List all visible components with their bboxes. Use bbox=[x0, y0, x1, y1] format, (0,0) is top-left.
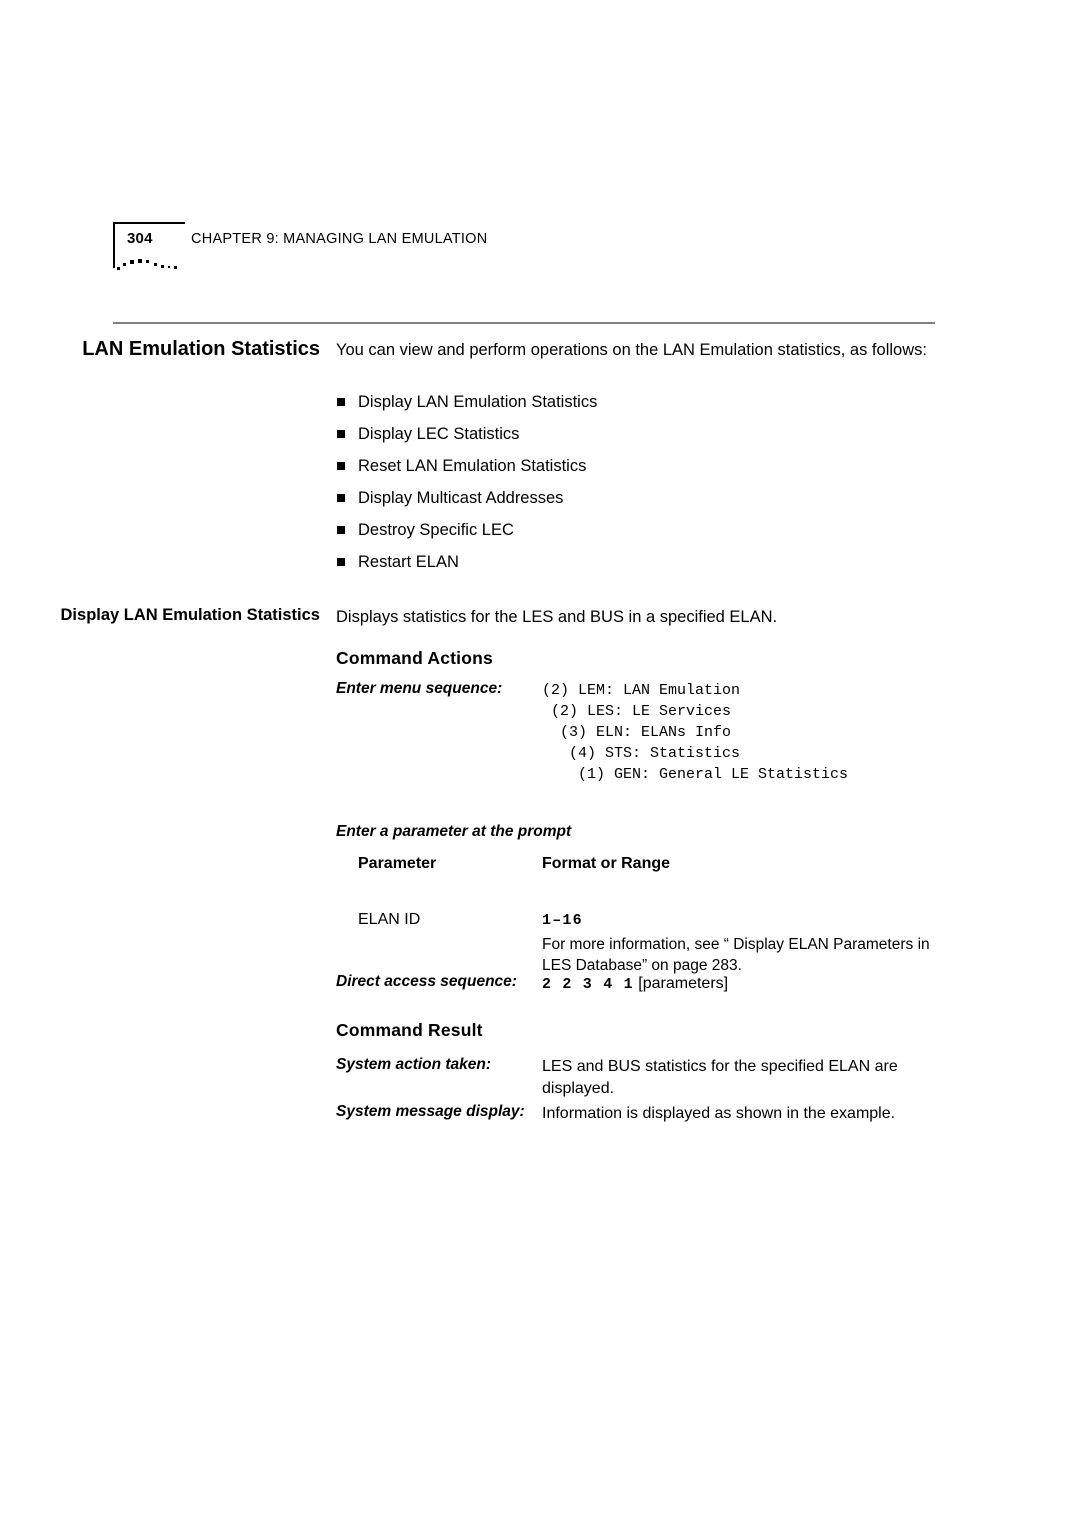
list-item: Destroy Specific LEC bbox=[336, 518, 936, 550]
subsection-description: Displays statistics for the LES and BUS … bbox=[336, 608, 778, 626]
list-item: Display LAN Emulation Statistics bbox=[336, 390, 936, 422]
list-item: Display LEC Statistics bbox=[336, 422, 936, 454]
parameter-prompt-heading: Enter a parameter at the prompt bbox=[336, 823, 572, 840]
list-item-label: Display Multicast Addresses bbox=[358, 489, 564, 507]
square-bullet-icon bbox=[337, 430, 345, 438]
document-page: 304 CHAPTER 9: MANAGING LAN EMULATION LA… bbox=[0, 0, 1080, 1528]
list-item-label: Reset LAN Emulation Statistics bbox=[358, 457, 587, 475]
square-bullet-icon bbox=[337, 398, 345, 406]
list-item: Display Multicast Addresses bbox=[336, 486, 936, 518]
system-action-label: System action taken: bbox=[336, 1056, 492, 1073]
list-item: Restart ELAN bbox=[336, 550, 936, 582]
section-divider-rule bbox=[113, 322, 935, 324]
menu-sequence-label: Enter menu sequence: bbox=[336, 680, 503, 697]
cross-reference-note: For more information, see “ Display ELAN… bbox=[542, 936, 930, 974]
square-bullet-icon bbox=[337, 462, 345, 470]
column-header-parameter: Parameter bbox=[358, 855, 437, 872]
chapter-title: CHAPTER 9: MANAGING LAN EMULATION bbox=[191, 231, 488, 247]
direct-access-value-group: 2 2 3 4 1 [parameters] bbox=[542, 973, 934, 996]
feature-bullet-list: Display LAN Emulation Statistics Display… bbox=[336, 390, 936, 582]
column-header-format-or-range: Format or Range bbox=[542, 855, 671, 872]
list-item-label: Display LEC Statistics bbox=[358, 425, 520, 443]
square-bullet-icon bbox=[337, 558, 345, 566]
list-item: Reset LAN Emulation Statistics bbox=[336, 454, 936, 486]
section-intro-paragraph: You can view and perform operations on t… bbox=[336, 341, 927, 359]
section-side-heading: LAN Emulation Statistics bbox=[82, 338, 320, 360]
square-bullet-icon bbox=[337, 494, 345, 502]
parameter-table: Parameter Format or Range ELAN ID 1–16 F… bbox=[358, 853, 938, 974]
page-number: 304 bbox=[127, 230, 153, 247]
table-row: ELAN ID 1–16 For more information, see “… bbox=[358, 909, 938, 974]
direct-access-value: 2 2 3 4 1 bbox=[542, 976, 634, 993]
system-message-label: System message display: bbox=[336, 1103, 525, 1120]
direct-access-suffix: [parameters] bbox=[638, 975, 729, 992]
decorative-dot-arc bbox=[117, 258, 181, 274]
header-vertical-bar bbox=[113, 222, 115, 268]
menu-sequence-value: (2) LEM: LAN Emulation (2) LES: LE Servi… bbox=[542, 682, 849, 783]
direct-access-label: Direct access sequence: bbox=[336, 973, 517, 990]
square-bullet-icon bbox=[337, 526, 345, 534]
system-action-value: LES and BUS statistics for the specified… bbox=[542, 1058, 898, 1097]
table-header-row: Parameter Format or Range bbox=[358, 853, 938, 879]
header-top-rule bbox=[113, 222, 185, 224]
list-item-label: Destroy Specific LEC bbox=[358, 521, 514, 539]
list-item-label: Restart ELAN bbox=[358, 553, 459, 571]
command-actions-heading: Command Actions bbox=[336, 648, 493, 668]
list-item-label: Display LAN Emulation Statistics bbox=[358, 393, 598, 411]
cell-parameter-name: ELAN ID bbox=[358, 911, 421, 928]
running-header: 304 CHAPTER 9: MANAGING LAN EMULATION bbox=[113, 222, 943, 282]
range-value: 1–16 bbox=[542, 912, 583, 929]
subsection-side-heading: Display LAN Emulation Statistics bbox=[60, 606, 320, 624]
command-result-heading: Command Result bbox=[336, 1020, 483, 1040]
system-message-value: Information is displayed as shown in the… bbox=[542, 1105, 896, 1122]
cell-format-or-range: 1–16 For more information, see “ Display… bbox=[542, 909, 938, 976]
